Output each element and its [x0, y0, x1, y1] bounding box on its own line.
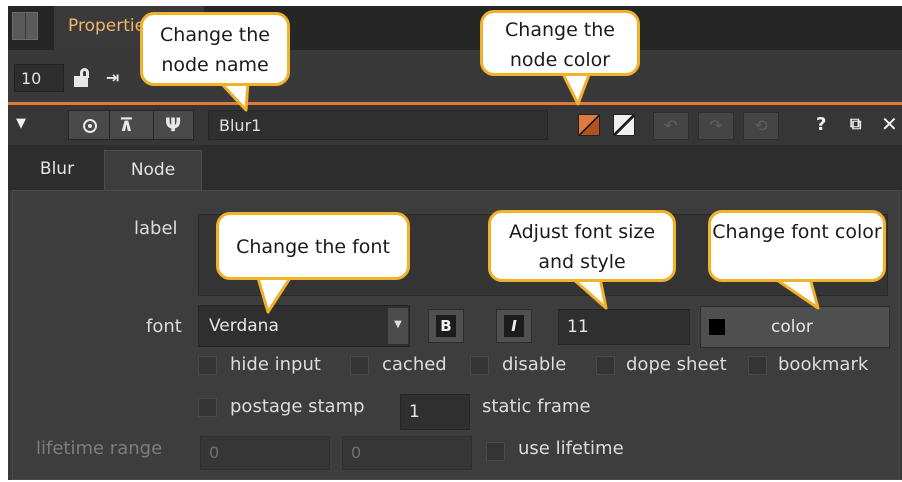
- callout-node-color-text: Change the node color: [505, 19, 615, 71]
- callout-font-color: Change font color: [708, 210, 886, 282]
- screenshot-frame: Properties 10 ⇥ ▼ ⊼ Ψ Blur1 ↶ ↷ ⟲ ? ⧉ ✕ …: [0, 0, 902, 482]
- callout-node-name-text: Change the node name: [160, 24, 270, 76]
- callout-font-size: Adjust font size and style: [488, 210, 676, 282]
- callout-font: Change the font: [216, 212, 410, 280]
- callout-font-size-text: Adjust font size and style: [508, 221, 656, 273]
- callout-font-color-text: Change font color: [712, 221, 882, 243]
- callout-font-text: Change the font: [236, 236, 390, 258]
- callout-node-name: Change the node name: [140, 12, 290, 86]
- callout-node-color: Change the node color: [480, 10, 640, 76]
